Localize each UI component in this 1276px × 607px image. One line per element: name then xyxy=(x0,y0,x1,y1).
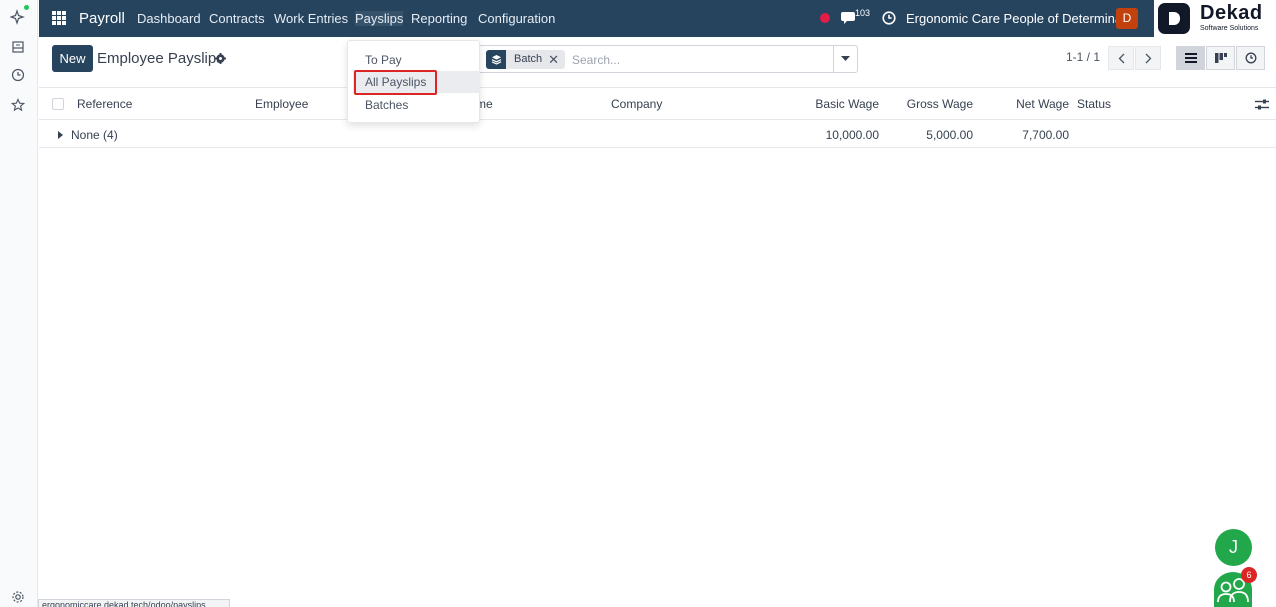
group-label: None (4) xyxy=(71,128,118,142)
list-view-icon xyxy=(1184,53,1197,63)
payslips-dropdown-menu: To Pay All Payslips Batches xyxy=(347,40,480,123)
menu-item-batches[interactable]: Batches xyxy=(353,94,480,116)
apps-grid-icon[interactable] xyxy=(52,11,66,25)
list-view-button[interactable] xyxy=(1176,46,1205,70)
ai-sparkle-icon[interactable] xyxy=(9,8,27,26)
search-facet: Batch ✕ xyxy=(486,50,566,69)
search-input[interactable] xyxy=(572,50,812,69)
page-title: Employee Payslips xyxy=(97,50,224,67)
online-dot xyxy=(24,5,29,10)
column-basic-wage[interactable]: Basic Wage xyxy=(799,97,879,111)
group-basic-wage: 10,000.00 xyxy=(825,128,879,142)
pager-next-button[interactable] xyxy=(1135,46,1161,70)
select-all-checkbox[interactable] xyxy=(52,98,64,110)
activity-view-icon xyxy=(1245,52,1256,64)
menu-item-to-pay[interactable]: To Pay xyxy=(353,49,480,71)
column-status[interactable]: Status xyxy=(1077,97,1111,111)
pager-value[interactable]: 1-1 / 1 xyxy=(1066,50,1100,64)
column-gross-wage[interactable]: Gross Wage xyxy=(893,97,973,111)
menu-reporting[interactable]: Reporting xyxy=(411,11,467,26)
livechat-count-badge: 6 xyxy=(1241,567,1257,583)
group-net-wage: 7,700.00 xyxy=(1022,128,1069,142)
inbox-icon[interactable] xyxy=(9,38,27,56)
status-url-bar: ergonomiccare.dekad.tech/odoo/payslips xyxy=(38,599,230,607)
chevron-right-icon xyxy=(1145,53,1151,63)
user-avatar[interactable]: D xyxy=(1116,8,1138,29)
chevron-left-icon xyxy=(1118,53,1124,63)
caret-down-icon xyxy=(841,56,850,61)
column-net-wage[interactable]: Net Wage xyxy=(989,97,1069,111)
layers-icon xyxy=(486,50,506,69)
kanban-view-icon xyxy=(1214,53,1227,63)
left-rail xyxy=(0,0,38,607)
new-button[interactable]: New xyxy=(52,45,93,72)
star-icon[interactable] xyxy=(9,96,27,114)
gear-icon[interactable] xyxy=(215,53,226,64)
status-indicator[interactable] xyxy=(820,13,830,23)
top-navbar: Payroll Dashboard Contracts Work Entries… xyxy=(39,0,1276,37)
menu-work-entries[interactable]: Work Entries xyxy=(274,11,348,26)
activity-view-button[interactable] xyxy=(1236,46,1265,70)
menu-contracts[interactable]: Contracts xyxy=(209,11,265,26)
table-header: Reference Employee me Company Basic Wage… xyxy=(39,87,1276,120)
table-group-row[interactable]: None (4) 10,000.00 5,000.00 7,700.00 xyxy=(39,121,1276,148)
kanban-view-button[interactable] xyxy=(1206,46,1235,70)
column-reference[interactable]: Reference xyxy=(77,97,132,111)
logo-mark xyxy=(1158,3,1190,34)
column-company[interactable]: Company xyxy=(611,97,662,111)
menu-configuration[interactable]: Configuration xyxy=(478,11,555,26)
facet-label: Batch xyxy=(514,53,543,65)
clock-icon[interactable] xyxy=(882,11,896,25)
search-bar: Batch ✕ xyxy=(480,45,858,73)
group-gross-wage: 5,000.00 xyxy=(926,128,973,142)
chat-bubble-avatar[interactable]: J xyxy=(1215,529,1252,566)
caret-right-icon xyxy=(58,131,63,139)
company-switcher[interactable]: Ergonomic Care People of Determina... xyxy=(906,11,1133,26)
messages-count: 103 xyxy=(855,8,871,18)
app-name[interactable]: Payroll xyxy=(79,10,125,27)
logo-tagline: Software Solutions xyxy=(1200,25,1259,32)
menu-payslips[interactable]: Payslips xyxy=(355,11,404,26)
column-adjust-icon[interactable] xyxy=(1255,98,1269,111)
logo-name: Dekad xyxy=(1200,2,1263,24)
menu-item-all-payslips[interactable]: All Payslips xyxy=(353,71,480,93)
column-employee[interactable]: Employee xyxy=(255,97,308,111)
history-clock-icon[interactable] xyxy=(9,66,27,84)
company-logo: Dekad Software Solutions xyxy=(1154,0,1276,37)
search-options-toggle[interactable] xyxy=(833,46,857,72)
pager-previous-button[interactable] xyxy=(1108,46,1134,70)
facet-remove-button[interactable]: ✕ xyxy=(548,50,565,69)
menu-dashboard[interactable]: Dashboard xyxy=(137,11,201,26)
settings-gear-icon[interactable] xyxy=(9,588,27,606)
